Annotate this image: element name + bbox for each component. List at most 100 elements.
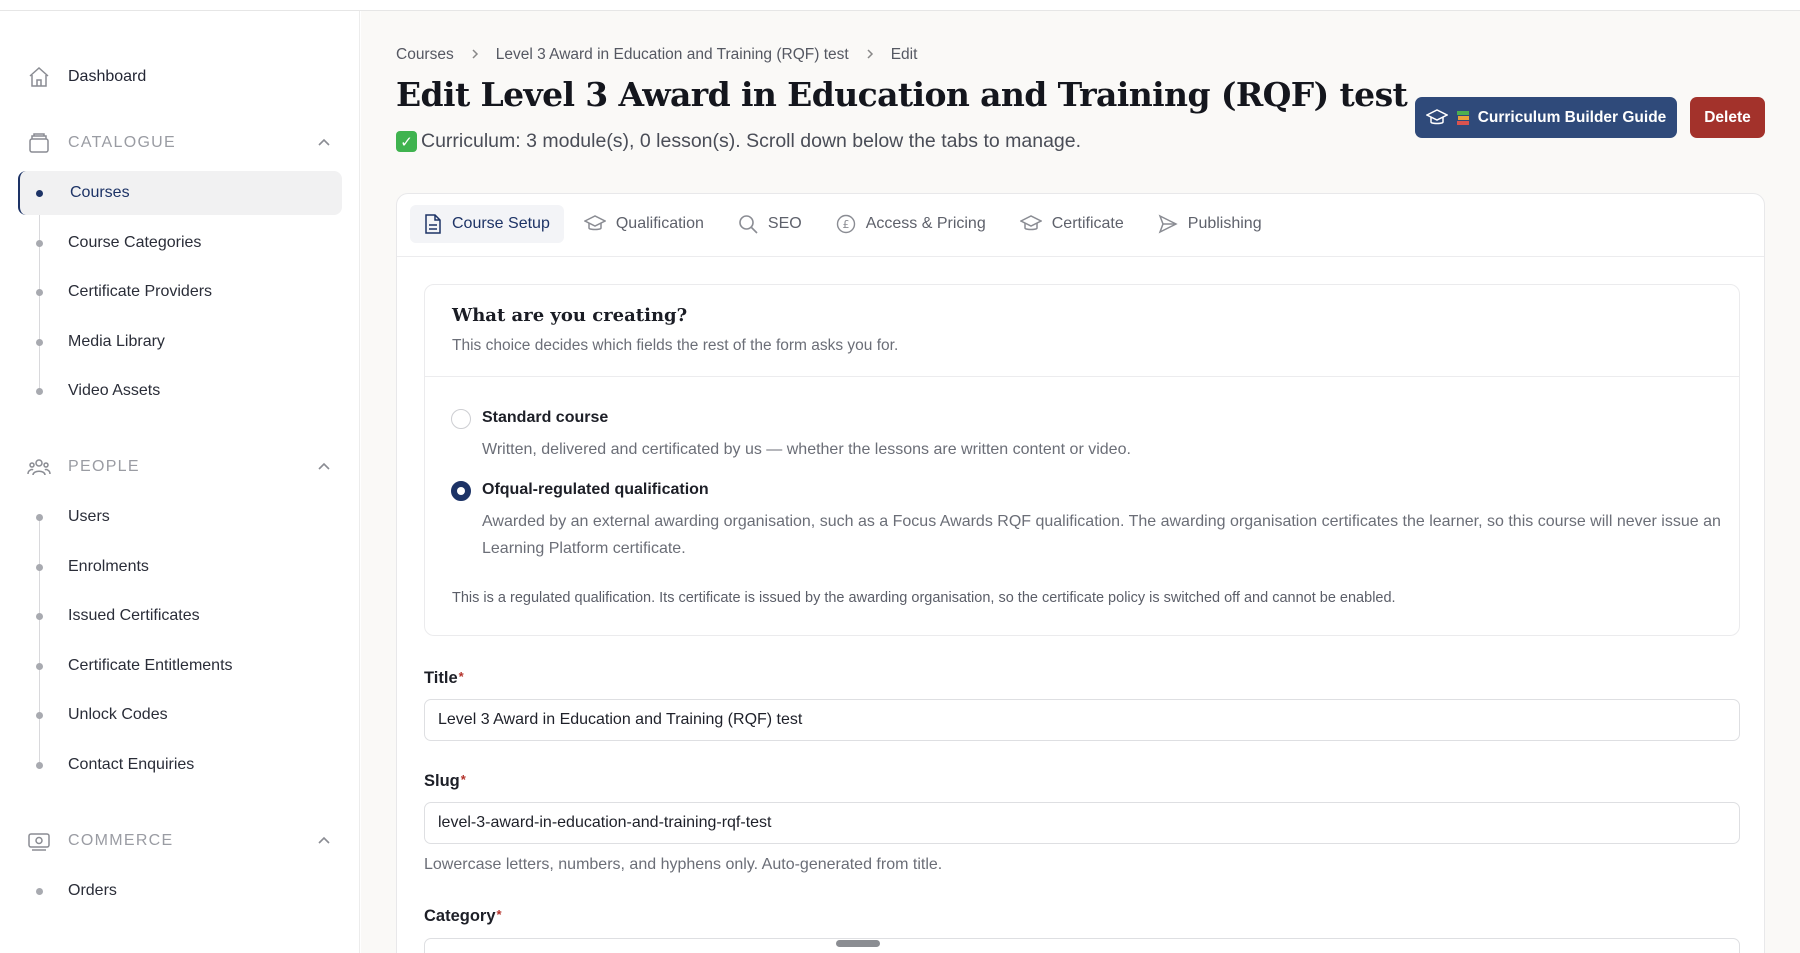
- search-icon: [738, 214, 758, 234]
- sidebar-item-label: Certificate Providers: [68, 283, 213, 300]
- sidebar-item-label: Dashboard: [68, 68, 147, 85]
- archive-icon: [26, 130, 52, 156]
- books-icon: [1456, 110, 1470, 126]
- tab-course-setup[interactable]: Course Setup: [410, 205, 564, 243]
- standard-course-radio[interactable]: [451, 409, 471, 429]
- option-help: Written, delivered and certificated by u…: [482, 441, 1131, 458]
- svg-text:£: £: [842, 218, 849, 231]
- home-icon: [26, 64, 52, 90]
- sidebar-item-label: Course Categories: [68, 233, 202, 251]
- required-mark: *: [496, 907, 502, 922]
- sidebar-people-list: Users Enrolments Issued Certificates Cer…: [18, 495, 342, 792]
- sidebar-item-certificate-providers[interactable]: Certificate Providers: [18, 270, 342, 314]
- tab-label: Qualification: [615, 215, 704, 232]
- breadcrumb-courses[interactable]: Courses: [396, 46, 454, 64]
- sidebar-section-commerce[interactable]: COMMERCE: [26, 821, 336, 861]
- sidebar-section-catalogue[interactable]: CATALOGUE: [26, 123, 336, 163]
- regulated-note: This is a regulated qualification. Its c…: [452, 590, 1396, 606]
- chevron-right-icon: [470, 47, 480, 63]
- tab-bar: Course Setup Qualification SEO £ Access …: [410, 205, 1282, 243]
- breadcrumb-course[interactable]: Level 3 Award in Education and Training …: [496, 46, 849, 64]
- option-ofqual-qualification[interactable]: Ofqual-regulated qualification Awarded b…: [451, 479, 1721, 559]
- sidebar-item-courses[interactable]: Courses: [18, 171, 342, 215]
- page-title: Edit Level 3 Award in Education and Trai…: [396, 75, 1408, 114]
- required-mark: *: [460, 772, 466, 787]
- graduation-cap-icon: [1425, 108, 1448, 127]
- bullet: [36, 712, 43, 719]
- sidebar-item-label: Contact Enquiries: [68, 755, 195, 773]
- slug-label: Slug*: [424, 772, 466, 791]
- curriculum-builder-guide-button[interactable]: Curriculum Builder Guide: [1415, 97, 1677, 138]
- curriculum-summary: ✓ Curriculum: 3 module(s), 0 lesson(s). …: [396, 130, 1081, 153]
- send-icon: [1158, 214, 1178, 234]
- tab-label: Publishing: [1187, 215, 1262, 232]
- sidebar-item-label: Users: [68, 508, 110, 525]
- graduation-cap-icon: [1019, 215, 1042, 233]
- sidebar-item-enrolments[interactable]: Enrolments: [18, 545, 342, 589]
- course-type-panel: What are you creating? This choice decid…: [424, 284, 1740, 636]
- category-select[interactable]: [424, 938, 1740, 953]
- bullet: [36, 888, 43, 895]
- delete-button-label: Delete: [1704, 108, 1751, 126]
- divider: [425, 376, 1739, 377]
- cash-icon: [26, 828, 52, 854]
- sidebar-item-media-library[interactable]: Media Library: [18, 320, 342, 364]
- sidebar-item-certificate-entitlements[interactable]: Certificate Entitlements: [18, 644, 342, 688]
- sidebar-item-label: Certificate Entitlements: [68, 656, 233, 674]
- tab-qualification[interactable]: Qualification: [570, 205, 718, 243]
- bullet: [36, 662, 43, 670]
- sidebar-item-course-categories[interactable]: Course Categories: [18, 221, 342, 265]
- bullet: [36, 761, 43, 769]
- title-label: Title*: [424, 669, 464, 688]
- sidebar-item-label: Orders: [68, 882, 117, 899]
- tab-label: Course Setup: [452, 215, 550, 232]
- breadcrumb-edit: Edit: [890, 46, 918, 63]
- chevron-up-icon[interactable]: [316, 459, 332, 475]
- sidebar-item-unlock-codes[interactable]: Unlock Codes: [18, 693, 342, 737]
- tab-access-pricing[interactable]: £ Access & Pricing: [822, 205, 1000, 243]
- sidebar-item-users[interactable]: Users: [18, 495, 342, 539]
- sidebar-section-label: CATALOGUE: [68, 134, 177, 151]
- bullet: [36, 613, 43, 620]
- sidebar-commerce-list: Orders: [18, 869, 342, 919]
- bullet: [36, 388, 43, 395]
- sidebar-item-dashboard[interactable]: Dashboard: [26, 55, 346, 99]
- sidebar-section-label: COMMERCE: [68, 832, 174, 849]
- tab-certificate[interactable]: Certificate: [1006, 205, 1138, 243]
- tab-seo[interactable]: SEO: [724, 205, 816, 243]
- sidebar-item-orders[interactable]: Orders: [18, 869, 342, 913]
- category-label: Category*: [424, 907, 502, 926]
- sidebar-item-contact-enquiries[interactable]: Contact Enquiries: [18, 743, 342, 787]
- sidebar: Dashboard CATALOGUE Courses Course Categ…: [0, 11, 360, 953]
- chevron-up-icon[interactable]: [316, 135, 332, 151]
- check-mark-icon: ✓: [396, 131, 417, 152]
- tab-label: Certificate: [1051, 215, 1124, 232]
- chevron-up-icon[interactable]: [316, 833, 332, 849]
- tab-publishing[interactable]: Publishing: [1144, 205, 1276, 243]
- delete-button[interactable]: Delete: [1690, 97, 1765, 138]
- sidebar-section-people[interactable]: PEOPLE: [26, 447, 336, 487]
- people-icon: [26, 454, 52, 480]
- breadcrumb: Courses Level 3 Award in Education and T…: [396, 46, 917, 64]
- required-mark: *: [458, 669, 464, 684]
- category-label-text: Category: [424, 907, 496, 925]
- sidebar-item-video-assets[interactable]: Video Assets: [18, 369, 342, 413]
- sidebar-item-issued-certificates[interactable]: Issued Certificates: [18, 594, 342, 638]
- top-bar: [0, 0, 1800, 11]
- bullet: [36, 514, 43, 521]
- bullet: [36, 563, 43, 571]
- option-standard-course[interactable]: Standard course Written, delivered and c…: [451, 407, 1721, 458]
- sidebar-item-label: Issued Certificates: [68, 607, 200, 624]
- sidebar-item-label: Unlock Codes: [68, 706, 168, 723]
- graduation-cap-icon: [583, 215, 606, 233]
- guide-button-label: Curriculum Builder Guide: [1477, 108, 1667, 126]
- main-content: Courses Level 3 Award in Education and T…: [361, 11, 1800, 953]
- title-input[interactable]: Level 3 Award in Education and Training …: [424, 699, 1740, 741]
- ofqual-qualification-radio[interactable]: [451, 481, 471, 501]
- bullet: [36, 239, 43, 247]
- resize-handle[interactable]: [836, 940, 880, 947]
- slug-input[interactable]: level-3-award-in-education-and-training-…: [424, 802, 1740, 844]
- slug-help: Lowercase letters, numbers, and hyphens …: [424, 856, 943, 873]
- sidebar-item-label: Media Library: [68, 332, 165, 350]
- sidebar-item-label: Video Assets: [68, 382, 161, 399]
